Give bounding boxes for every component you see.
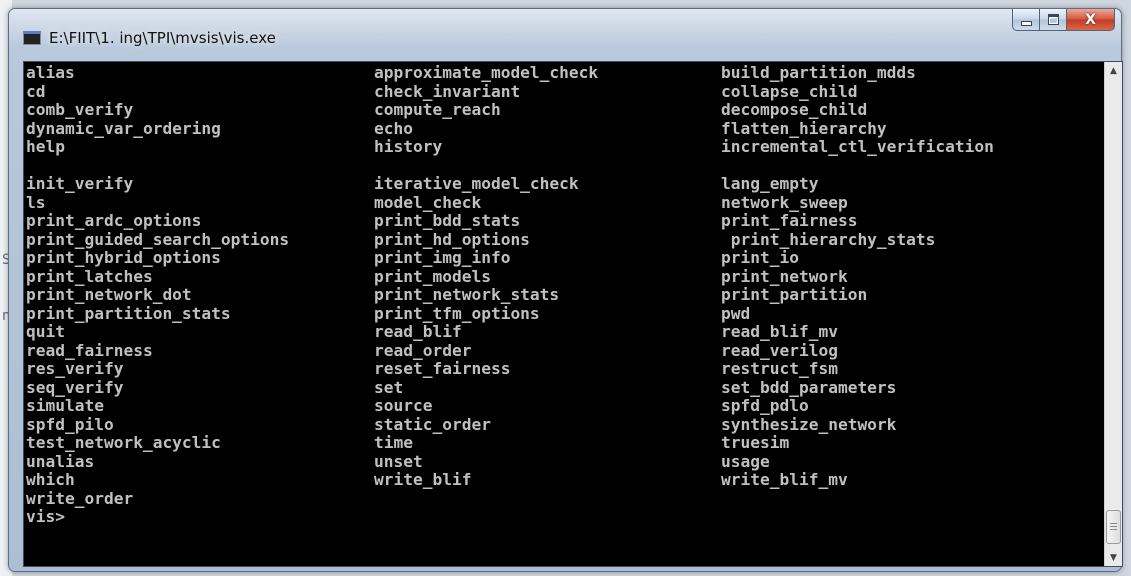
command-name: print_hierarchy_stats — [721, 229, 936, 249]
scroll-up-arrow-icon[interactable]: ▲ — [1105, 62, 1122, 79]
thumb-grip — [1110, 526, 1117, 527]
command-name: ls — [26, 192, 46, 212]
command-name: lang_empty — [721, 174, 819, 193]
command-name: cd — [26, 81, 46, 101]
window-title: E:\FIIT\1. ing\TPI\mvsis\vis.exe — [49, 29, 276, 47]
command-name: print_img_info — [374, 248, 511, 267]
command-name: init_verify — [26, 174, 134, 193]
command-name: model_check — [374, 192, 482, 212]
thumb-grip — [1110, 529, 1117, 530]
command-name: print_tfm_options — [374, 303, 540, 323]
command-name: res_verify — [26, 359, 124, 378]
command-name: print_network — [721, 266, 848, 286]
command-name: print_guided_search_options — [26, 229, 290, 249]
command-name: usage — [721, 451, 770, 471]
command-name: unalias — [26, 451, 95, 471]
command-name: spfd_pdlo — [721, 396, 809, 415]
command-name: print_ardc_options — [26, 211, 202, 230]
command-name: test_network_acyclic — [26, 433, 221, 452]
command-name: read_order — [374, 340, 472, 360]
close-button[interactable]: X — [1067, 9, 1115, 31]
command-name: seq_verify — [26, 377, 124, 397]
vertical-scrollbar[interactable]: ▲ ▼ — [1104, 62, 1122, 566]
console-app-icon[interactable] — [23, 31, 41, 45]
command-name: echo — [374, 118, 413, 138]
command-name: history — [374, 137, 443, 156]
command-name: flatten_hierarchy — [721, 118, 887, 138]
caption-buttons: X — [1012, 9, 1115, 33]
command-name: read_blif_mv — [721, 322, 838, 341]
command-name: comb_verify — [26, 100, 134, 119]
command-name: print_partition — [721, 285, 868, 304]
command-name: alias — [26, 63, 75, 82]
minimize-button[interactable] — [1012, 9, 1040, 31]
command-name: collapse_child — [721, 81, 858, 101]
command-name: decompose_child — [721, 100, 868, 119]
command-name: print_network_dot — [26, 285, 192, 304]
command-name: check_invariant — [374, 81, 521, 101]
command-name: write_order — [26, 488, 134, 508]
maximize-button[interactable] — [1040, 9, 1067, 31]
command-name: pwd — [721, 303, 751, 323]
command-name: print_fairness — [721, 211, 858, 230]
command-name: compute_reach — [374, 100, 501, 119]
command-name: print_io — [721, 248, 799, 267]
command-name: read_blif — [374, 322, 462, 341]
command-name: truesim — [721, 433, 790, 452]
command-name: print_models — [374, 266, 491, 286]
command-name: reset_fairness — [374, 359, 511, 378]
command-name: dynamic_var_ordering — [26, 118, 221, 138]
command-name: iterative_model_check — [374, 174, 579, 193]
command-name: synthesize_network — [721, 414, 897, 434]
console-output[interactable]: alias approximate_model_check build_partit… — [23, 61, 1123, 567]
command-prompt[interactable]: vis> — [26, 508, 65, 526]
command-name: print_network_stats — [374, 285, 560, 304]
command-name: print_latches — [26, 266, 153, 286]
command-name: unset — [374, 451, 423, 471]
command-name: help — [26, 137, 65, 156]
command-name: restruct_fsm — [721, 359, 838, 378]
command-name: source — [374, 396, 433, 415]
command-name: print_hd_options — [374, 229, 530, 249]
command-name: which — [26, 470, 75, 489]
command-name: spfd_pilo — [26, 414, 114, 434]
command-name: print_hybrid_options — [26, 248, 221, 267]
console-window: E:\FIIT\1. ing\TPI\mvsis\vis.exe X alias… — [8, 8, 1123, 572]
command-name: read_verilog — [721, 340, 838, 360]
close-icon: X — [1085, 11, 1096, 28]
command-name: time — [374, 433, 413, 452]
command-name: write_blif_mv — [721, 470, 848, 489]
command-name: incremental_ctl_verification — [721, 137, 994, 156]
command-name: build_partition_mdds — [721, 63, 916, 82]
command-name: simulate — [26, 396, 104, 415]
title-bar[interactable]: E:\FIIT\1. ing\TPI\mvsis\vis.exe X — [9, 9, 1121, 59]
command-name: network_sweep — [721, 192, 848, 212]
command-name: static_order — [374, 414, 491, 434]
command-name: set_bdd_parameters — [721, 377, 897, 397]
maximize-icon — [1047, 14, 1059, 25]
command-name: read_fairness — [26, 340, 153, 360]
command-name: quit — [26, 322, 65, 341]
minimize-icon — [1020, 21, 1032, 26]
command-name: approximate_model_check — [374, 63, 599, 82]
scrollbar-thumb[interactable] — [1106, 510, 1121, 544]
command-name: print_partition_stats — [26, 303, 231, 323]
command-name: write_blif — [374, 470, 472, 489]
scroll-down-arrow-icon[interactable]: ▼ — [1105, 549, 1122, 566]
command-name: set — [374, 377, 404, 397]
command-name: print_bdd_stats — [374, 211, 521, 230]
thumb-grip — [1110, 523, 1117, 524]
